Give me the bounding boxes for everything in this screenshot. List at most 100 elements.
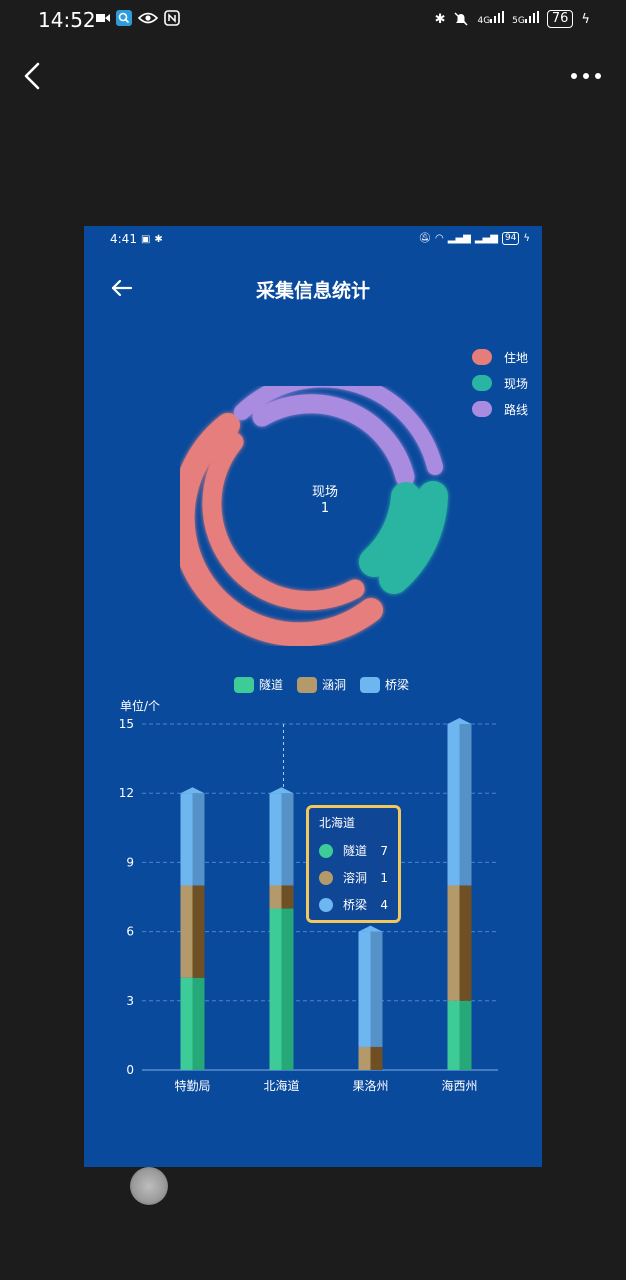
legend-label: 桥梁	[385, 678, 410, 692]
bar-segment	[180, 793, 193, 886]
inner-battery: 94	[501, 232, 520, 245]
nfc-icon	[164, 10, 180, 26]
y-tick-label: 12	[119, 786, 134, 800]
donut-inner-route-arc[interactable]	[252, 394, 415, 487]
legend-label: 住地	[504, 350, 529, 365]
video-icon	[96, 14, 110, 22]
tooltip-title: 北海道	[319, 816, 356, 830]
back-button[interactable]	[18, 58, 50, 94]
tooltip-row: 隧道 7	[319, 837, 388, 864]
inner-status-right: 🔕︎ ◠ ▂▄▆ ▂▄▆ 94 ϟ	[418, 232, 530, 245]
bar-segment	[447, 885, 460, 1001]
inner-signal-icon: ▂▄▆	[447, 233, 471, 244]
legend-item-bridge[interactable]: 桥梁	[360, 676, 409, 693]
y-tick-label: 15	[119, 717, 134, 731]
donut-inner-site-arc[interactable]	[359, 482, 421, 577]
donut-center-value: 1	[320, 501, 330, 516]
inner-wifi-icon: ◠	[435, 233, 444, 244]
bar-cap	[447, 718, 472, 724]
tooltip-row: 桥梁 4	[319, 891, 388, 918]
bar-segment-side	[370, 1046, 383, 1070]
tooltip-value: 4	[380, 897, 388, 912]
page-title: 采集信息统计	[255, 280, 370, 302]
bar-cap	[358, 925, 383, 932]
bar-segment-side	[192, 977, 205, 1070]
bar-segment	[269, 793, 282, 886]
tooltip-value: 1	[380, 870, 388, 885]
legend-item-route[interactable]: 路线	[472, 396, 528, 422]
bar-segment	[269, 885, 282, 909]
bar-segment	[447, 1000, 460, 1070]
bar-segment-side	[281, 793, 294, 886]
donut-center-name: 现场	[311, 485, 338, 500]
bar-segment-side	[281, 885, 294, 909]
inner-charging-icon: ϟ	[523, 233, 530, 244]
legend-swatch	[297, 676, 318, 693]
legend-label: 涵洞	[322, 678, 347, 692]
legend-item-residence[interactable]: 住地	[472, 344, 528, 370]
legend-swatch	[360, 676, 381, 693]
bar-segment	[358, 931, 371, 1047]
inner-status-left: 4:41 ▣ ✱	[110, 232, 163, 246]
mute-bell-icon	[454, 12, 468, 26]
bar-legend: 隧道 涵洞 桥梁	[234, 676, 409, 693]
bar-segment-side	[459, 1000, 472, 1070]
donut-center-label: 现场 1	[280, 485, 370, 517]
x-tick-label: 北海道	[263, 1078, 299, 1093]
bar-segment	[180, 885, 193, 978]
y-tick-label: 0	[126, 1063, 134, 1077]
inner-mute-icon: 🔕︎	[418, 233, 432, 244]
inner-status-time: 4:41	[110, 232, 137, 246]
x-tick-label: 海西州	[441, 1078, 477, 1093]
signal-5g: 5G	[512, 11, 539, 27]
bar-cap	[180, 787, 205, 794]
bar-segment-side	[192, 885, 205, 978]
legend-swatch	[472, 349, 492, 365]
signal-4g: 4G	[477, 11, 505, 27]
status-time: 14:52	[38, 8, 96, 32]
legend-item-culvert[interactable]: 涵洞	[297, 676, 346, 693]
legend-swatch	[472, 375, 492, 391]
inner-signal-icon-2: ▂▄▆	[474, 233, 498, 244]
x-tick-label: 特勤局	[174, 1078, 210, 1093]
legend-item-tunnel[interactable]: 隧道	[234, 676, 283, 693]
app-screenshot-image: 4:41 ▣ ✱ 🔕︎ ◠ ▂▄▆ ▂▄▆ 94 ϟ 采集信息统计 现场 1 住…	[84, 226, 542, 1167]
status-bar: 14:52 ✱ 4G 5G 76 ϟ	[0, 0, 626, 40]
battery-level: 76	[546, 10, 574, 28]
donut-inner-residence-arc[interactable]	[202, 432, 365, 611]
legend-swatch	[472, 401, 492, 417]
tooltip-dot	[319, 843, 333, 858]
bar-segment-side	[370, 931, 383, 1047]
bar-segment	[269, 908, 282, 1070]
bar-segment-side	[459, 885, 472, 1001]
y-tick-label: 3	[126, 994, 134, 1008]
legend-label: 路线	[504, 402, 529, 417]
y-tick-label: 6	[126, 925, 134, 939]
inner-bluetooth-icon: ✱	[154, 233, 163, 245]
status-icons-right: ✱ 4G 5G 76 ϟ	[435, 10, 590, 28]
signal-bars-icon	[490, 11, 505, 23]
bar-segment	[180, 977, 193, 1070]
eye-icon	[138, 12, 158, 24]
legend-item-site[interactable]: 现场	[472, 370, 528, 396]
legend-label: 隧道	[259, 678, 284, 692]
chart-tooltip: 北海道 隧道 7 溶洞 1 桥梁 4	[306, 805, 401, 923]
y-tick-label: 9	[126, 855, 134, 869]
x-tick-label: 果洛州	[352, 1078, 388, 1093]
inner-nfc-icon: ▣	[140, 233, 151, 245]
floating-assist-button[interactable]	[130, 1167, 168, 1205]
tooltip-value: 7	[380, 843, 388, 858]
signal-bars-icon	[524, 11, 539, 23]
legend-swatch	[234, 676, 254, 693]
bar-segment	[447, 724, 460, 886]
status-icons-left	[96, 10, 180, 26]
search-app-icon	[116, 10, 132, 26]
tooltip-dot	[319, 870, 333, 885]
bar-segment-side	[192, 793, 205, 886]
tooltip-dot	[319, 897, 333, 912]
bar-segment-side	[281, 908, 294, 1070]
bar-cap	[269, 787, 294, 794]
bar-segment-side	[459, 724, 472, 886]
more-options-button[interactable]	[568, 62, 604, 90]
tooltip-name: 桥梁	[343, 898, 368, 912]
